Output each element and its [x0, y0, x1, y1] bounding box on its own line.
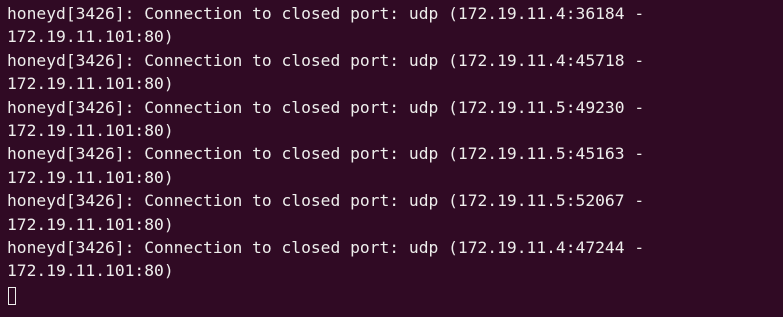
terminal-window[interactable]: honeyd[3426]: Connection to closed port:…: [0, 0, 783, 317]
log-line-continuation: 172.19.11.101:80): [7, 261, 174, 281]
log-line-continuation: 172.19.11.101:80): [7, 214, 174, 234]
log-line-continuation: 172.19.11.101:80): [7, 27, 174, 47]
prompt-row[interactable]: [7, 283, 783, 306]
log-line: honeyd[3426]: Connection to closed port:…: [7, 97, 645, 117]
log-line: honeyd[3426]: Connection to closed port:…: [7, 237, 645, 257]
log-line: honeyd[3426]: Connection to closed port:…: [7, 191, 645, 211]
log-line-continuation: 172.19.11.101:80): [7, 120, 174, 140]
log-line: honeyd[3426]: Connection to closed port:…: [7, 4, 645, 23]
log-line: honeyd[3426]: Connection to closed port:…: [7, 50, 645, 70]
log-line-continuation: 172.19.11.101:80): [7, 167, 174, 187]
log-line-continuation: 172.19.11.101:80): [7, 74, 174, 94]
text-cursor: [8, 286, 16, 305]
log-line: honeyd[3426]: Connection to closed port:…: [7, 144, 645, 164]
